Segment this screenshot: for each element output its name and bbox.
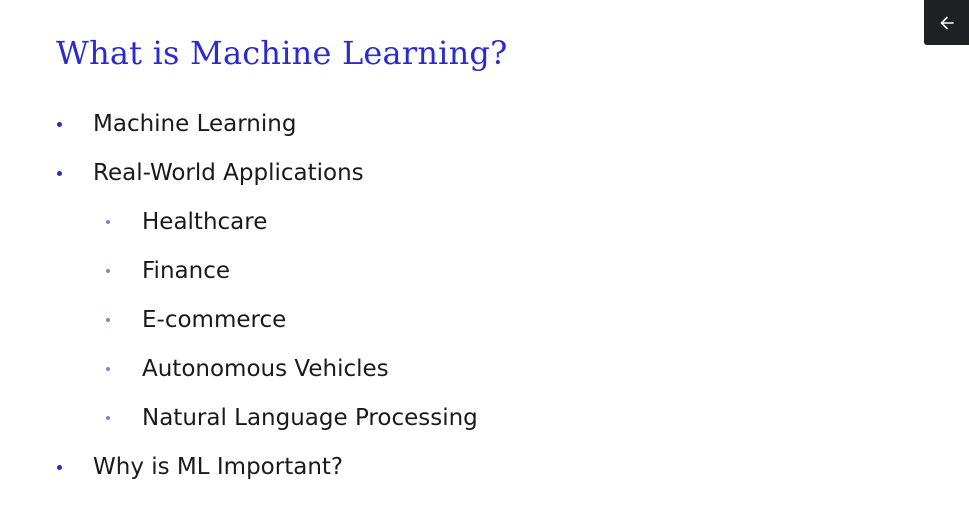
bullet-item: Why is ML Important?	[0, 446, 900, 495]
sub-bullet-item: Autonomous Vehicles	[0, 348, 900, 397]
bullet-text: Real-World Applications	[93, 160, 364, 186]
back-button[interactable]	[924, 0, 969, 45]
bullet-dot-icon	[106, 367, 110, 371]
sub-bullet-item: Finance	[0, 250, 900, 299]
arrow-left-icon	[940, 16, 954, 29]
sub-bullet-item: E-commerce	[0, 299, 900, 348]
slide-title: What is Machine Learning?	[56, 34, 508, 72]
sub-bullet-item: Natural Language Processing	[0, 397, 900, 446]
bullet-dot-icon	[57, 465, 62, 470]
bullet-dot-icon	[106, 318, 110, 322]
bullet-dot-icon	[57, 122, 62, 127]
bullet-text: E-commerce	[142, 307, 287, 333]
bullet-text: Natural Language Processing	[142, 405, 478, 431]
bullet-text: Autonomous Vehicles	[142, 356, 389, 382]
bullet-list: Machine Learning Real-World Applications…	[0, 103, 900, 495]
bullet-text: Finance	[142, 258, 230, 284]
bullet-text: Why is ML Important?	[93, 454, 344, 480]
bullet-dot-icon	[106, 416, 110, 420]
bullet-item: Real-World Applications	[0, 152, 900, 201]
bullet-text: Healthcare	[142, 209, 268, 235]
bullet-dot-icon	[57, 171, 62, 176]
bullet-text: Machine Learning	[93, 111, 297, 137]
bullet-dot-icon	[106, 220, 110, 224]
bullet-item: Machine Learning	[0, 103, 900, 152]
sub-bullet-item: Healthcare	[0, 201, 900, 250]
bullet-dot-icon	[106, 269, 110, 273]
